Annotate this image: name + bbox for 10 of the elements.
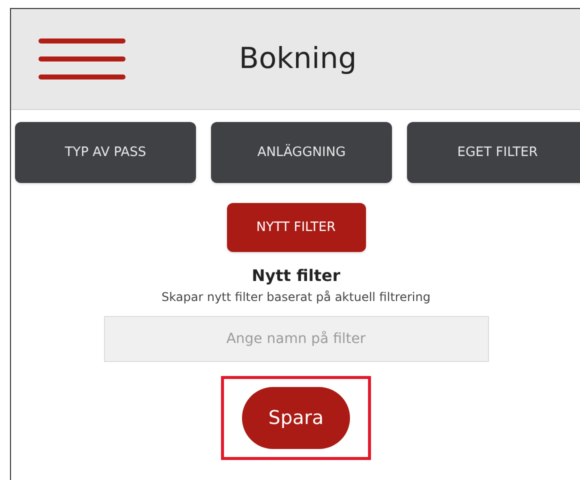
save-button[interactable]: Spara (242, 387, 350, 449)
page-title: Bokning (239, 40, 357, 78)
filter-tab[interactable]: ANLÄGGNING (211, 122, 392, 183)
filter-name-field[interactable]: Ange namn på filter (104, 316, 488, 362)
new-filter-button[interactable]: NYTT FILTER (226, 203, 366, 252)
menu-icon[interactable] (38, 38, 126, 80)
section-description: Skapar nytt filter baserat på aktuell filtrering (162, 289, 430, 306)
filter-tab[interactable]: TYP AV PASS (15, 122, 196, 183)
filter-tab[interactable]: EGET FILTER (407, 122, 580, 183)
section-heading: Nytt filter (252, 265, 340, 287)
